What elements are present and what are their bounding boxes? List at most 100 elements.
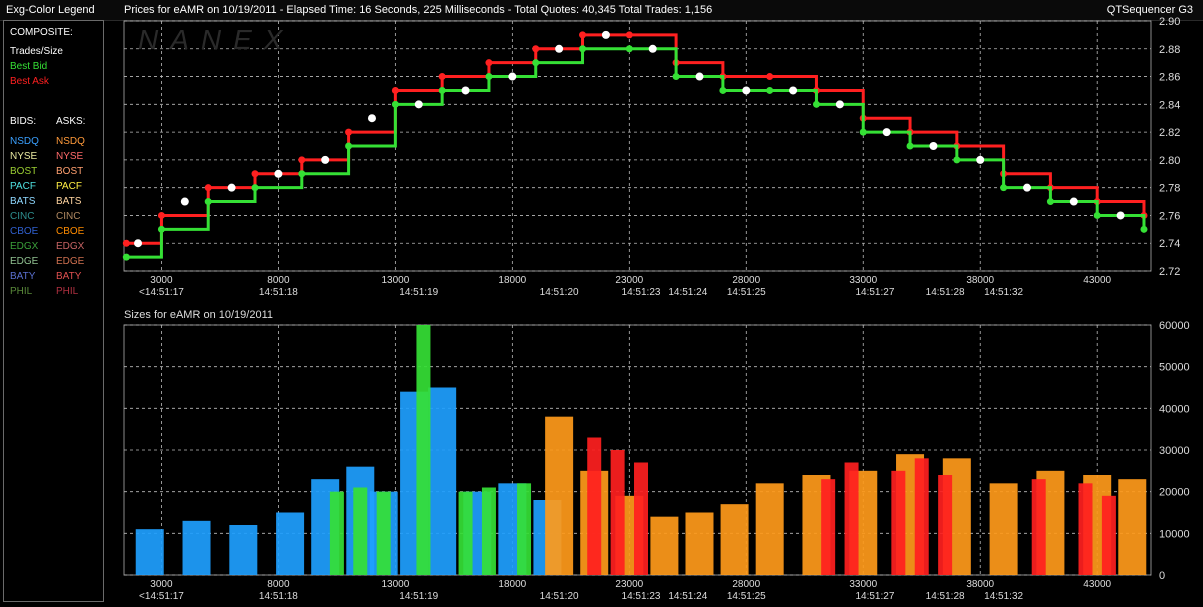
x-tick-label: 13000 (381, 579, 409, 590)
price-chart: 2.72 2.74 2.76 2.78 2.80 2.82 2.84 2.86 2.88 2.90… (122, 16, 1180, 298)
series-point-best-bid (859, 128, 867, 136)
trade-point (929, 142, 938, 150)
size-chart: 01000020000300004000050000600003000 8000 1… (123, 320, 1190, 602)
time-label: 14:51:24 (668, 591, 707, 602)
y-tick-label: 60000 (1159, 320, 1190, 332)
y-tick-label: 2.72 (1159, 266, 1180, 278)
series-point-best-bid (1140, 225, 1148, 233)
series-point-best-bid (391, 100, 399, 108)
time-label: <14:51:17 (139, 591, 184, 602)
time-label: 14:51:27 (855, 591, 894, 602)
series-point-best-ask (157, 211, 165, 219)
time-label: 14:51:24 (668, 287, 707, 298)
series-point-best-ask (625, 31, 633, 39)
x-tick-label: 3000 (150, 579, 173, 590)
series-point-best-ask (532, 45, 540, 53)
series-point-best-bid (298, 170, 306, 178)
size-bar-best-ask (610, 450, 625, 575)
x-tick-label: 38000 (966, 579, 994, 590)
series-point-best-bid (625, 45, 633, 53)
size-chart-title: Sizes for eAMR on 10/19/2011 (124, 309, 273, 321)
size-bar-nsdq (428, 387, 457, 575)
series-point-best-ask (485, 59, 493, 67)
series-point-best-ask (204, 184, 212, 192)
size-bar-best-ask (1031, 479, 1046, 575)
series-point-best-bid (1093, 211, 1101, 219)
trade-point (414, 100, 423, 109)
series-point-best-bid (485, 73, 493, 81)
size-bar-nsdq (182, 520, 211, 575)
series-point-best-bid (1046, 198, 1054, 206)
size-bar-best-ask (914, 458, 929, 575)
time-label: 14:51:23 (622, 287, 661, 298)
y-tick-label: 10000 (1159, 528, 1190, 540)
x-tick-label: 18000 (498, 275, 526, 286)
x-tick-label: 43000 (1083, 275, 1111, 286)
size-bar-best-bid (416, 325, 431, 575)
series-point-best-ask (438, 73, 446, 81)
series-point-best-bid (157, 225, 165, 233)
time-label: 14:51:23 (622, 591, 661, 602)
x-tick-label: 28000 (732, 579, 760, 590)
time-label: <14:51:17 (139, 287, 184, 298)
series-point-best-ask (122, 239, 130, 247)
series-point-best-bid (719, 86, 727, 94)
size-bar-best-bid (353, 487, 368, 575)
trade-point (227, 183, 236, 192)
trade-point (1023, 183, 1032, 192)
series-point-best-ask (579, 31, 587, 39)
series-point-best-ask (391, 86, 399, 94)
time-label: 14:51:20 (540, 287, 579, 298)
trade-point (508, 72, 517, 81)
y-tick-label: 2.90 (1159, 16, 1180, 28)
size-bar-best-bid (481, 487, 496, 575)
size-bar-best-ask (1101, 495, 1116, 575)
size-bar-best-bid (376, 491, 391, 575)
size-bar-cboe (545, 416, 574, 575)
time-label: 14:51:18 (259, 591, 298, 602)
series-point-best-bid (906, 142, 914, 150)
trade-point (367, 114, 376, 123)
trade-point (1116, 211, 1125, 220)
x-tick-label: 8000 (267, 275, 290, 286)
trade-point (835, 100, 844, 109)
x-tick-label: 23000 (615, 275, 643, 286)
size-bar-best-ask (1078, 483, 1093, 575)
time-label: 14:51:28 (926, 287, 965, 298)
y-tick-label: 2.82 (1159, 127, 1180, 139)
trade-point (321, 155, 330, 164)
trade-point (695, 72, 704, 81)
trade-point (882, 128, 891, 137)
size-bar-nsdq (229, 525, 258, 575)
y-tick-label: 2.78 (1159, 183, 1180, 195)
series-point-best-bid (532, 59, 540, 67)
x-tick-label: 33000 (849, 275, 877, 286)
size-bar-best-bid (329, 491, 344, 575)
time-label: 14:51:27 (855, 287, 894, 298)
series-point-best-bid (672, 73, 680, 81)
series-point-best-bid (204, 198, 212, 206)
y-tick-label: 2.74 (1159, 238, 1180, 250)
size-bar-cboe (685, 512, 714, 575)
x-tick-label: 13000 (381, 275, 409, 286)
series-point-best-bid (953, 156, 961, 164)
size-bar-cboe (755, 483, 784, 575)
size-bar-best-ask (891, 470, 906, 575)
trade-point (976, 155, 985, 164)
size-bar-best-ask (821, 479, 836, 575)
y-tick-label: 2.80 (1159, 155, 1180, 167)
size-bar-best-ask (587, 437, 602, 575)
time-label: 14:51:19 (399, 591, 438, 602)
size-bar-best-bid (458, 491, 473, 575)
x-tick-label: 3000 (150, 275, 173, 286)
size-bar-cboe (650, 516, 679, 575)
y-tick-label: 2.84 (1159, 99, 1180, 111)
series-point-best-ask (345, 128, 353, 136)
x-tick-label: 23000 (615, 579, 643, 590)
y-tick-label: 2.88 (1159, 44, 1180, 56)
y-tick-label: 2.76 (1159, 210, 1180, 222)
x-tick-label: 28000 (732, 275, 760, 286)
x-tick-label: 38000 (966, 275, 994, 286)
trade-point (555, 44, 564, 53)
x-tick-label: 8000 (267, 579, 290, 590)
